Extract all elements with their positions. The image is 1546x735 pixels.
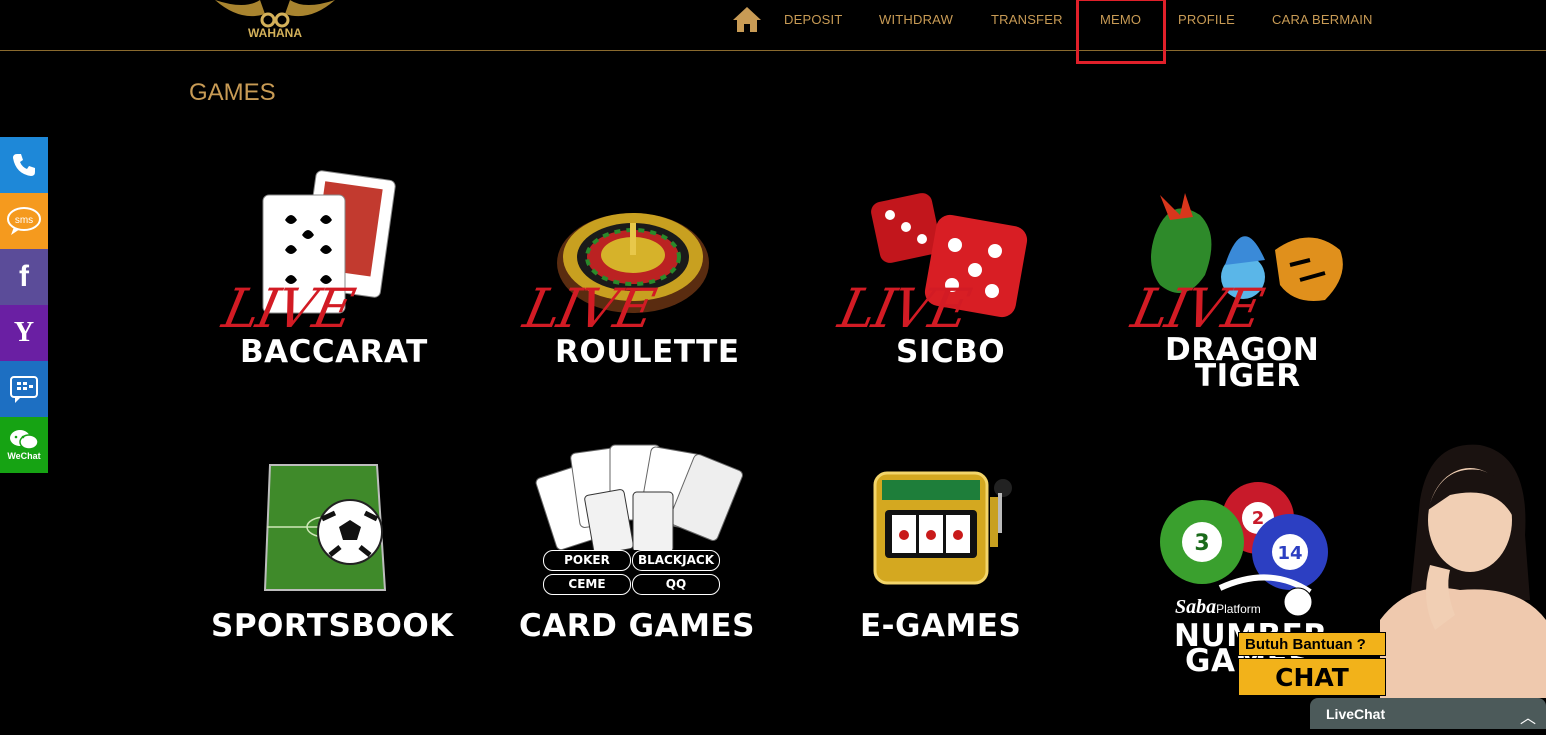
- memo-highlight-box: [1076, 0, 1166, 64]
- game-tile-dragon-tiger[interactable]: LIVE DRAGON TIGER: [1125, 165, 1405, 405]
- game-tile-e-games[interactable]: E-GAMES: [830, 455, 1110, 695]
- nav-withdraw[interactable]: WITHDRAW: [879, 12, 953, 27]
- game-title: SPORTSBOOK: [211, 608, 454, 644]
- livechat-widget[interactable]: LiveChat ︿: [1310, 698, 1546, 729]
- bbm-icon: [10, 376, 38, 403]
- game-title: CARD GAMES: [519, 608, 755, 644]
- game-title: E-GAMES: [860, 608, 1022, 644]
- page-title: GAMES: [189, 79, 276, 106]
- nav-cara-bermain[interactable]: CARA BERMAIN: [1272, 12, 1373, 27]
- lottery-balls-icon: 2 3 14: [1160, 482, 1328, 617]
- cards-dominoes-icon: [535, 444, 743, 550]
- wechat-icon: [10, 430, 39, 450]
- tag-ceme[interactable]: CEME: [543, 574, 631, 595]
- yahoo-button[interactable]: Y: [0, 305, 48, 361]
- live-label: LIVE: [217, 277, 359, 340]
- game-tile-roulette[interactable]: LIVE ROULETTE: [515, 165, 795, 405]
- tag-qq[interactable]: QQ: [632, 574, 720, 595]
- top-header: WAHANA DEPOSIT WITHDRAW TRANSFER MEMO PR…: [0, 0, 1546, 51]
- game-title: ROULETTE: [555, 334, 740, 370]
- ball-number-14: 14: [1277, 543, 1302, 564]
- live-label: LIVE: [833, 277, 975, 340]
- wechat-button[interactable]: WeChat: [0, 417, 48, 473]
- nav-profile[interactable]: PROFILE: [1178, 12, 1235, 27]
- slot-machine-icon: [873, 471, 1012, 585]
- support-agent-photo: [1380, 444, 1546, 698]
- sms-icon: sms: [7, 207, 41, 235]
- facebook-icon: f: [19, 260, 29, 293]
- game-tile-sportsbook[interactable]: SPORTSBOOK: [205, 455, 485, 695]
- home-icon[interactable]: [732, 5, 762, 33]
- ball-number-3: 3: [1194, 531, 1209, 556]
- brand-suffix: Platform: [1216, 602, 1261, 616]
- live-label: LIVE: [518, 277, 660, 340]
- wechat-label: WeChat: [7, 451, 41, 461]
- ball-number-2: 2: [1252, 508, 1265, 529]
- chat-promo[interactable]: [1380, 440, 1546, 698]
- chat-now-button[interactable]: CHAT DISINI: [1238, 658, 1386, 730]
- game-title: BACCARAT: [240, 334, 428, 370]
- soccer-field-icon: [263, 464, 387, 591]
- help-question: Butuh Bantuan ?: [1238, 632, 1386, 656]
- phone-icon: [13, 154, 35, 176]
- live-label: LIVE: [1126, 277, 1268, 340]
- logo-text: WAHANA: [248, 26, 302, 40]
- social-sidebar: sms f Y WeChat: [0, 137, 48, 473]
- nav-transfer[interactable]: TRANSFER: [991, 12, 1063, 27]
- yahoo-icon: Y: [13, 317, 35, 348]
- phone-button[interactable]: [0, 137, 48, 193]
- game-tile-card-games[interactable]: POKER BLACKJACK CEME QQ CARD GAMES: [515, 440, 795, 680]
- livechat-label: LiveChat: [1326, 706, 1386, 722]
- sms-button[interactable]: sms: [0, 193, 48, 249]
- wahana-logo[interactable]: WAHANA: [205, 0, 345, 40]
- tag-blackjack[interactable]: BLACKJACK: [632, 550, 720, 571]
- game-tile-sicbo[interactable]: LIVE SICBO: [830, 165, 1110, 405]
- brand-name: Saba: [1175, 596, 1217, 618]
- game-tile-baccarat[interactable]: LIVE BACCARAT: [210, 165, 490, 405]
- chat-now-banner[interactable]: Butuh Bantuan ? CHAT DISINI: [1238, 632, 1388, 730]
- bbm-button[interactable]: [0, 361, 48, 417]
- sms-label: sms: [15, 215, 33, 226]
- saba-brand: SabaPlatform: [1175, 596, 1261, 619]
- chevron-up-icon[interactable]: ︿: [1520, 704, 1536, 728]
- game-title-line2: TIGER: [1195, 358, 1301, 394]
- nav-deposit[interactable]: DEPOSIT: [784, 12, 842, 27]
- tag-poker[interactable]: POKER: [543, 550, 631, 571]
- wings-emblem-icon: WAHANA: [215, 0, 335, 40]
- game-title: SICBO: [896, 334, 1006, 370]
- facebook-button[interactable]: f: [0, 249, 48, 305]
